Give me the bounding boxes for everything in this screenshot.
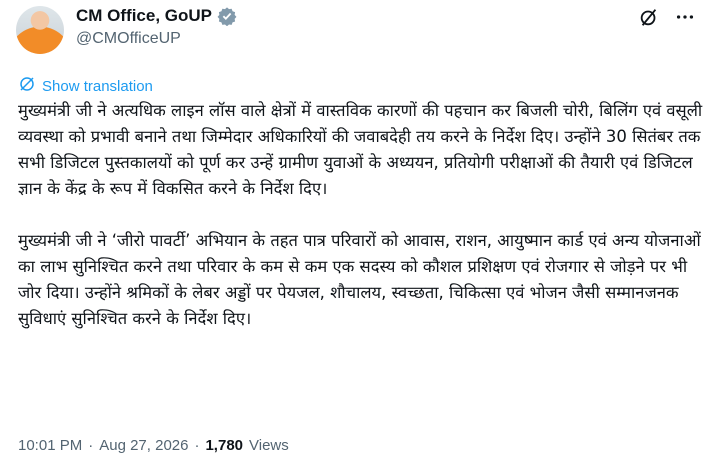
show-translation-link[interactable]: Show translation [18, 75, 153, 98]
author-display-name[interactable]: CM Office, GoUP [76, 6, 212, 26]
meta-separator: · [88, 437, 94, 454]
tweet-meta: 10:01 PM · Aug 27, 2026 · 1,780 Views [18, 437, 289, 454]
author-handle[interactable]: @CMOfficeUP [76, 30, 181, 48]
tweet-actions [638, 6, 696, 28]
author-name-row: CM Office, GoUP [76, 5, 237, 27]
tweet-card: CM Office, GoUP @CMOfficeUP Show transla… [0, 0, 712, 471]
tweet-date[interactable]: Aug 27, 2026 [99, 437, 188, 454]
views-count: 1,780 [205, 437, 244, 454]
tweet-time[interactable]: 10:01 PM [18, 437, 82, 454]
meta-separator-2: · [194, 437, 200, 454]
views-label: Views [249, 437, 289, 454]
translate-icon [18, 75, 36, 98]
grok-icon[interactable] [638, 6, 660, 28]
avatar[interactable] [16, 6, 64, 54]
tweet-paragraph-1: मुख्यमंत्री जी ने अत्यधिक लाइन लॉस वाले … [18, 101, 708, 198]
tweet-text: मुख्यमंत्री जी ने अत्यधिक लाइन लॉस वाले … [18, 98, 704, 332]
verified-badge-icon [217, 6, 237, 27]
tweet-paragraph-2: मुख्यमंत्री जी ने ‘जीरो पावर्टी’ अभियान … [18, 231, 706, 328]
show-translation-label[interactable]: Show translation [42, 78, 153, 95]
more-icon[interactable] [674, 6, 696, 28]
